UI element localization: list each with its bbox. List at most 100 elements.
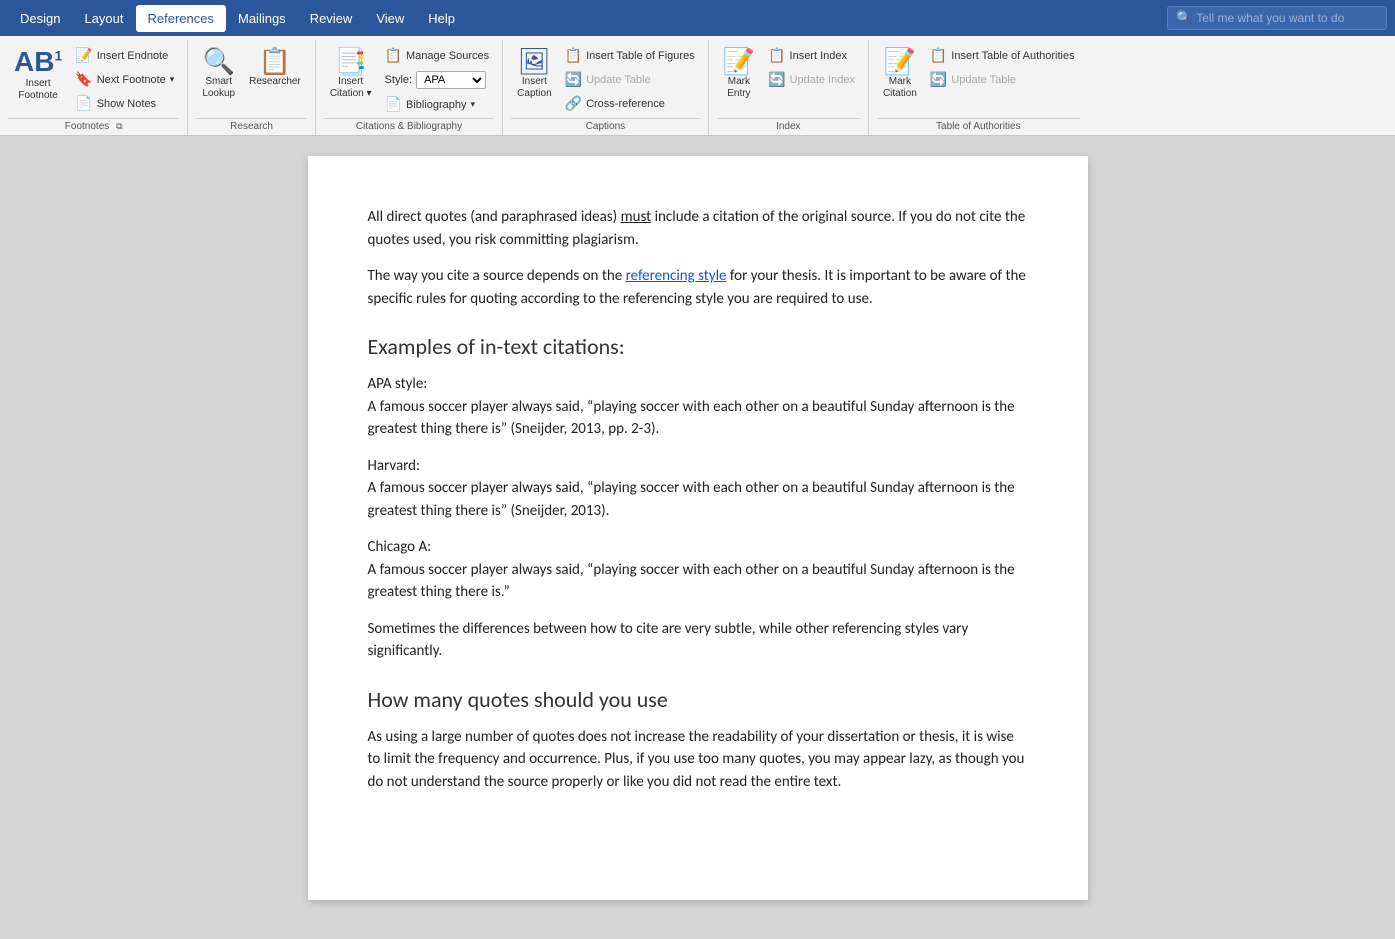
menu-view[interactable]: View: [364, 5, 416, 32]
menu-review[interactable]: Review: [298, 5, 365, 32]
ribbon-group-toa: 📝 MarkCitation 📋 Insert Table of Authori…: [869, 40, 1088, 135]
insert-toa-button[interactable]: 📋 Insert Table of Authorities: [925, 44, 1080, 67]
style-select[interactable]: APA Chicago MLA Harvard Vancouver: [416, 71, 486, 89]
doc-area: All direct quotes (and paraphrased ideas…: [0, 136, 1395, 920]
index-content: 📝 MarkEntry 📋 Insert Index 🔄 Update Inde…: [717, 44, 860, 116]
paragraph-apa: APA style: A famous soccer player always…: [368, 373, 1028, 441]
toa-group-label: Table of Authorities: [877, 118, 1080, 135]
update-toa-label: Update Table: [951, 74, 1016, 86]
footnote-icon: AB1: [14, 48, 62, 76]
paragraph-differences: Sometimes the differences between how to…: [368, 618, 1028, 663]
style-row: Style: APA Chicago MLA Harvard Vancouver: [380, 68, 495, 92]
manage-sources-button[interactable]: 📋 Manage Sources: [380, 44, 495, 67]
bibliography-dropdown-icon: ▾: [471, 99, 476, 110]
footnotes-group-label: Footnotes ⧉: [8, 118, 179, 135]
show-notes-label: Show Notes: [97, 98, 156, 110]
ribbon-group-captions: 🖼 InsertCaption 📋 Insert Table of Figure…: [503, 40, 709, 135]
show-notes-button[interactable]: 📄 Show Notes: [70, 92, 179, 115]
insert-toa-icon: 📋: [930, 47, 947, 64]
researcher-button[interactable]: 📋 Researcher: [243, 44, 307, 92]
update-table-toa-button: 🔄 Update Table: [925, 68, 1080, 91]
index-group-label: Index: [717, 118, 860, 135]
ribbon-group-citations: 📑 InsertCitation ▾ 📋 Manage Sources Styl…: [316, 40, 503, 135]
next-footnote-icon: 🔖: [75, 71, 92, 88]
toa-vertical: 📋 Insert Table of Authorities 🔄 Update T…: [925, 44, 1080, 91]
bibliography-icon: 📄: [385, 96, 402, 113]
cross-reference-label: Cross-reference: [586, 98, 665, 110]
citations-content: 📑 InsertCitation ▾ 📋 Manage Sources Styl…: [324, 44, 494, 116]
heading-examples: Examples of in-text citations:: [368, 330, 1028, 363]
captions-vertical: 📋 Insert Table of Figures 🔄 Update Table…: [560, 44, 700, 115]
insert-index-icon: 📋: [768, 47, 785, 64]
citations-group-label: Citations & Bibliography: [324, 118, 494, 135]
insert-toa-label: Insert Table of Authorities: [951, 50, 1074, 62]
insert-citation-icon: 📑: [335, 48, 367, 74]
paragraph-1: All direct quotes (and paraphrased ideas…: [368, 206, 1028, 251]
ribbon: AB1 InsertFootnote 📝 Insert Endnote 🔖 Ne…: [0, 36, 1395, 136]
cross-reference-button[interactable]: 🔗 Cross-reference: [560, 92, 700, 115]
menu-design[interactable]: Design: [8, 5, 72, 32]
menu-bar: Design Layout References Mailings Review…: [0, 0, 1395, 36]
mark-entry-icon: 📝: [723, 48, 755, 74]
insert-citation-button[interactable]: 📑 InsertCitation ▾: [324, 44, 378, 104]
menu-mailings[interactable]: Mailings: [226, 5, 298, 32]
insert-endnote-button[interactable]: 📝 Insert Endnote: [70, 44, 179, 67]
mark-citation-label: MarkCitation: [883, 76, 917, 100]
mark-entry-label: MarkEntry: [727, 76, 750, 100]
insert-citation-label: InsertCitation ▾: [330, 76, 372, 100]
insert-footnote-button[interactable]: AB1 InsertFootnote: [8, 44, 68, 106]
insert-index-label: Insert Index: [790, 50, 847, 62]
menu-help[interactable]: Help: [416, 5, 467, 32]
insert-index-button[interactable]: 📋 Insert Index: [763, 44, 860, 67]
insert-caption-icon: 🖼: [518, 48, 551, 74]
index-vertical: 📋 Insert Index 🔄 Update Index: [763, 44, 860, 91]
footnote-vertical: 📝 Insert Endnote 🔖 Next Footnote ▾ 📄 Sho…: [70, 44, 179, 115]
manage-sources-label: Manage Sources: [406, 50, 489, 62]
ribbon-group-footnotes: AB1 InsertFootnote 📝 Insert Endnote 🔖 Ne…: [0, 40, 188, 135]
referencing-style-link[interactable]: referencing style: [626, 267, 727, 285]
update-index-label: Update Index: [790, 74, 855, 86]
insert-endnote-label: Insert Endnote: [97, 50, 169, 62]
heading-how-many: How many quotes should you use: [368, 683, 1028, 716]
update-table-cap-icon: 🔄: [565, 71, 582, 88]
insert-footnote-label: InsertFootnote: [18, 78, 57, 102]
next-footnote-button[interactable]: 🔖 Next Footnote ▾: [70, 68, 179, 91]
smart-lookup-button[interactable]: 🔍 SmartLookup: [196, 44, 241, 104]
next-footnote-dropdown-icon: ▾: [170, 74, 175, 85]
cross-reference-icon: 🔗: [565, 95, 582, 112]
insert-caption-button[interactable]: 🖼 InsertCaption: [511, 44, 557, 104]
paragraph-chicago: Chicago A: A famous soccer player always…: [368, 536, 1028, 604]
paragraph-harvard: Harvard: A famous soccer player always s…: [368, 455, 1028, 523]
insert-tof-label: Insert Table of Figures: [586, 50, 695, 62]
research-content: 🔍 SmartLookup 📋 Researcher: [196, 44, 307, 116]
menu-layout[interactable]: Layout: [72, 5, 135, 32]
search-input[interactable]: [1196, 11, 1376, 25]
underline-must: must: [621, 208, 652, 226]
mark-citation-icon: 📝: [884, 48, 916, 74]
bibliography-button[interactable]: 📄 Bibliography ▾: [380, 93, 495, 116]
smart-lookup-label: SmartLookup: [202, 76, 235, 100]
captions-content: 🖼 InsertCaption 📋 Insert Table of Figure…: [511, 44, 700, 116]
doc-page[interactable]: All direct quotes (and paraphrased ideas…: [308, 156, 1088, 900]
style-label: Style:: [385, 74, 413, 86]
manage-sources-icon: 📋: [385, 47, 402, 64]
insert-table-of-figures-button[interactable]: 📋 Insert Table of Figures: [560, 44, 700, 67]
footnotes-expand-icon[interactable]: ⧉: [116, 121, 122, 131]
update-toa-icon: 🔄: [930, 71, 947, 88]
mark-entry-button[interactable]: 📝 MarkEntry: [717, 44, 761, 104]
update-index-button: 🔄 Update Index: [763, 68, 860, 91]
update-index-icon: 🔄: [768, 71, 785, 88]
mark-citation-button[interactable]: 📝 MarkCitation: [877, 44, 923, 104]
menu-references[interactable]: References: [136, 5, 226, 32]
citations-vertical: 📋 Manage Sources Style: APA Chicago MLA …: [380, 44, 495, 116]
paragraph-2: The way you cite a source depends on the…: [368, 265, 1028, 310]
toa-content: 📝 MarkCitation 📋 Insert Table of Authori…: [877, 44, 1080, 116]
paragraph-how-many: As using a large number of quotes does n…: [368, 726, 1028, 794]
next-footnote-label: Next Footnote: [97, 74, 166, 86]
search-bar: 🔍: [1167, 6, 1387, 30]
insert-caption-label: InsertCaption: [517, 76, 551, 100]
researcher-icon: 📋: [259, 48, 291, 74]
update-table-cap-label: Update Table: [586, 74, 651, 86]
search-icon: 🔍: [1176, 10, 1192, 26]
insert-tof-icon: 📋: [565, 47, 582, 64]
